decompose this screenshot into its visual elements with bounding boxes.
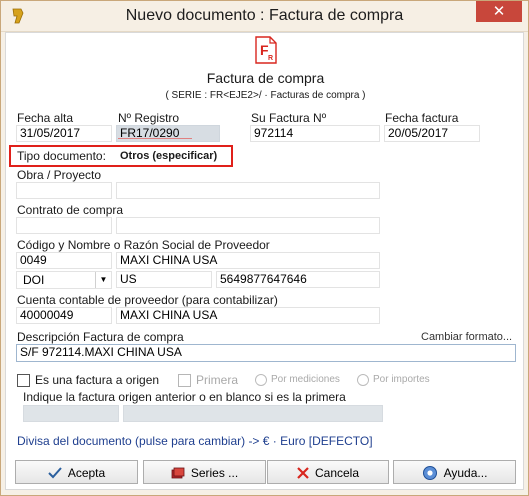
accept-button[interactable]: Acepta	[15, 460, 138, 484]
fecha-alta-label: Fecha alta	[17, 111, 74, 125]
title-bar[interactable]: Nuevo documento : Factura de compra ✕	[1, 1, 528, 32]
primera-checkbox[interactable]	[178, 374, 191, 387]
series-label: Series ...	[190, 465, 239, 480]
page-heading: Factura de compra	[206, 70, 325, 86]
help-label: Ayuda...	[443, 465, 488, 480]
obra-code-field[interactable]	[16, 182, 112, 199]
nif-field[interactable]: 5649877647646	[216, 271, 380, 288]
books-icon	[171, 467, 185, 479]
country-field[interactable]: US	[116, 271, 212, 288]
cuenta-name-field[interactable]: MAXI CHINA USA	[116, 307, 380, 324]
fecha-alta-field[interactable]: 31/05/2017	[16, 125, 112, 142]
su-factura-field[interactable]: 972114	[250, 125, 380, 142]
contrato-code-field[interactable]	[16, 217, 112, 234]
chevron-down-icon[interactable]: ▼	[95, 272, 111, 288]
cuenta-code-field[interactable]: 40000049	[16, 307, 112, 324]
obra-name-field[interactable]	[116, 182, 380, 199]
origen-hint: Indique la factura origen anterior o en …	[23, 390, 346, 404]
proveedor-label: Código y Nombre o Razón Social de Provee…	[17, 238, 270, 252]
help-button[interactable]: Ayuda...	[393, 460, 516, 484]
fecha-factura-label: Fecha factura	[385, 111, 459, 125]
series-button[interactable]: Series ...	[143, 460, 266, 484]
tipo-documento-label: Tipo documento:	[17, 149, 106, 163]
dialog-body: F R Factura de compra ( SERIE : FR<EJE2>…	[5, 32, 524, 490]
close-button[interactable]: ✕	[476, 1, 522, 22]
divisa-link[interactable]: Divisa del documento (pulse para cambiar…	[17, 434, 373, 448]
mediciones-label: Por mediciones	[271, 374, 340, 385]
importes-radio[interactable]	[357, 374, 369, 386]
contrato-label: Contrato de compra	[17, 203, 124, 217]
es-origen-label: Es una factura a origen	[35, 373, 160, 387]
series-subheading: ( SERIE : FR<EJE2>/ · Facturas de compra…	[165, 90, 366, 101]
mediciones-radio[interactable]	[255, 374, 267, 386]
origen-code-field[interactable]	[23, 405, 119, 422]
cancel-label: Cancela	[314, 465, 360, 480]
dialog-window: Nuevo documento : Factura de compra ✕ F …	[0, 0, 529, 496]
es-origen-checkbox[interactable]	[17, 374, 30, 387]
cancel-x-icon	[297, 467, 309, 479]
accept-label: Acepta	[67, 465, 106, 480]
fecha-factura-field[interactable]: 20/05/2017	[384, 125, 480, 142]
contrato-name-field[interactable]	[116, 217, 380, 234]
doc-type-select[interactable]: DOI ▼	[16, 271, 112, 289]
window-title: Nuevo documento : Factura de compra	[125, 7, 404, 24]
descripcion-label: Descripción Factura de compra	[17, 330, 184, 344]
cancel-button[interactable]: Cancela	[267, 460, 389, 484]
registro-field[interactable]: FR17/0290	[116, 125, 220, 142]
tipo-documento-value[interactable]: Otros (especificar)	[120, 150, 217, 162]
origen-name-field[interactable]	[123, 405, 383, 422]
registro-underline	[118, 138, 192, 139]
obra-label: Obra / Proyecto	[17, 168, 102, 182]
proveedor-code-field[interactable]: 0049	[16, 252, 112, 269]
cuenta-label: Cuenta contable de proveedor (para conta…	[17, 293, 278, 307]
doc-icon-sub: R	[268, 55, 273, 62]
cambiar-formato-link[interactable]: Cambiar formato...	[421, 331, 512, 343]
proveedor-name-field[interactable]: MAXI CHINA USA	[116, 252, 380, 269]
primera-label: Primera	[196, 373, 239, 387]
document-type-icon: F R	[255, 36, 277, 64]
check-icon	[48, 467, 62, 479]
importes-label: Por importes	[373, 374, 430, 385]
descripcion-field[interactable]: S/F 972114.MAXI CHINA USA	[16, 344, 516, 362]
help-icon	[422, 465, 437, 480]
registro-label: Nº Registro	[118, 111, 180, 125]
su-factura-label: Su Factura Nº	[251, 111, 327, 125]
doc-type-value: DOI	[23, 273, 45, 287]
